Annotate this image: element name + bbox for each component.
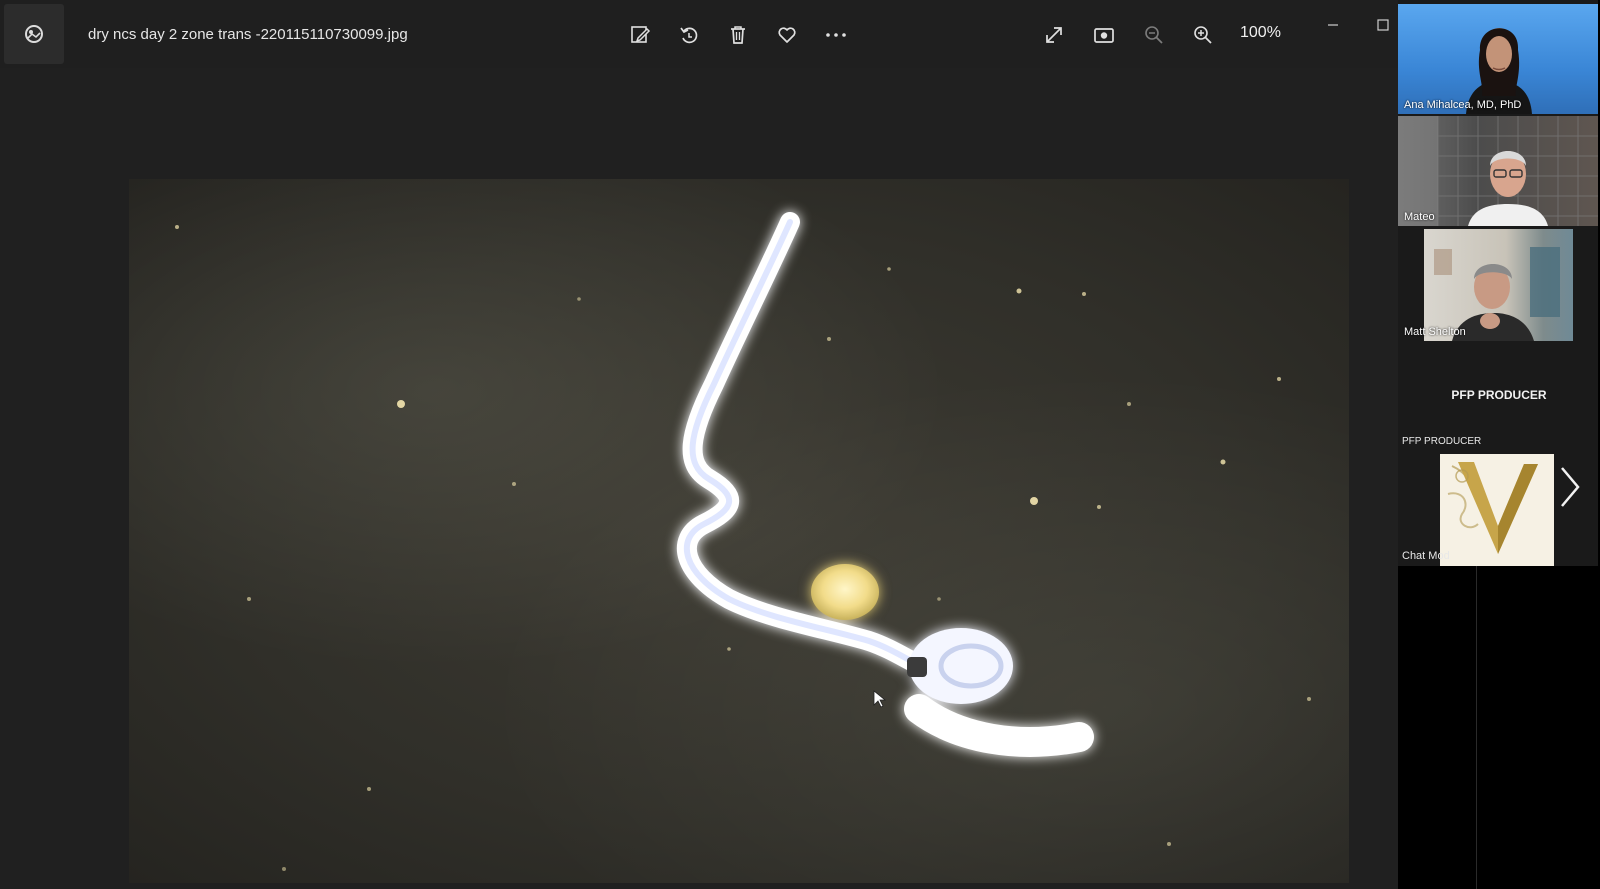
participant-name: Matt Shelton	[1404, 326, 1466, 338]
producer-label: PFP PRODUCER	[1402, 436, 1482, 447]
slideshow-button[interactable]	[1088, 19, 1120, 51]
photo-viewer-window: dry ncs day 2 zone trans -22011511073009…	[0, 0, 1398, 889]
minimize-icon	[1328, 24, 1338, 26]
rotate-icon	[680, 27, 698, 44]
participant-tile[interactable]: Matt Shelton	[1398, 229, 1573, 341]
expand-icon	[1046, 27, 1062, 43]
participant-tile[interactable]: Mateo	[1398, 116, 1598, 226]
minimize-button[interactable]	[1318, 10, 1348, 40]
zoom-level-indicator[interactable]: 100%	[1240, 24, 1281, 42]
title-bar: dry ncs day 2 zone trans -22011511073009…	[0, 0, 1398, 68]
zoom-in-icon	[1194, 26, 1212, 44]
next-page-button[interactable]	[1554, 462, 1584, 512]
heart-icon	[778, 27, 796, 43]
organism	[676, 212, 1094, 757]
producer-logo[interactable]	[1440, 454, 1554, 566]
participant-video-3	[1424, 229, 1573, 341]
participant-name: Ana Mihalcea, MD, PhD	[1404, 99, 1522, 111]
participant-video-1	[1466, 28, 1532, 114]
more-icon	[826, 33, 846, 37]
delete-button[interactable]	[722, 19, 754, 51]
maximize-icon	[1377, 19, 1389, 31]
photos-app-icon[interactable]	[4, 4, 64, 64]
file-name-title: dry ncs day 2 zone trans -22011511073009…	[88, 26, 408, 43]
divider	[1476, 566, 1477, 889]
edit-image-icon	[631, 26, 651, 43]
favorite-button[interactable]	[771, 19, 803, 51]
zoom-out-button[interactable]	[1138, 19, 1170, 51]
zoom-in-button[interactable]	[1187, 19, 1219, 51]
fullscreen-button[interactable]	[1038, 19, 1070, 51]
maximize-button[interactable]	[1368, 10, 1398, 40]
chevron-right-icon	[1561, 467, 1580, 507]
edit-image-button[interactable]	[624, 19, 656, 51]
more-options-button[interactable]	[820, 19, 852, 51]
participant-tile[interactable]: Ana Mihalcea, MD, PhD	[1398, 4, 1598, 114]
chat-mod-label: Chat Mod	[1402, 550, 1450, 562]
rotate-button[interactable]	[673, 19, 705, 51]
participant-name: Mateo	[1404, 211, 1435, 223]
zoom-out-icon	[1145, 26, 1163, 44]
mouse-cursor	[873, 690, 887, 708]
displayed-photo[interactable]	[129, 179, 1349, 883]
screen: dry ncs day 2 zone trans -22011511073009…	[0, 0, 1600, 889]
meeting-panel: Ana Mihalcea, MD, PhD Mateo Matt Shelton…	[1398, 0, 1600, 889]
slideshow-icon	[1094, 28, 1114, 43]
producer-heading: PFP PRODUCER	[1451, 388, 1547, 402]
participant-video-2	[1398, 116, 1598, 226]
trash-icon	[731, 26, 745, 44]
